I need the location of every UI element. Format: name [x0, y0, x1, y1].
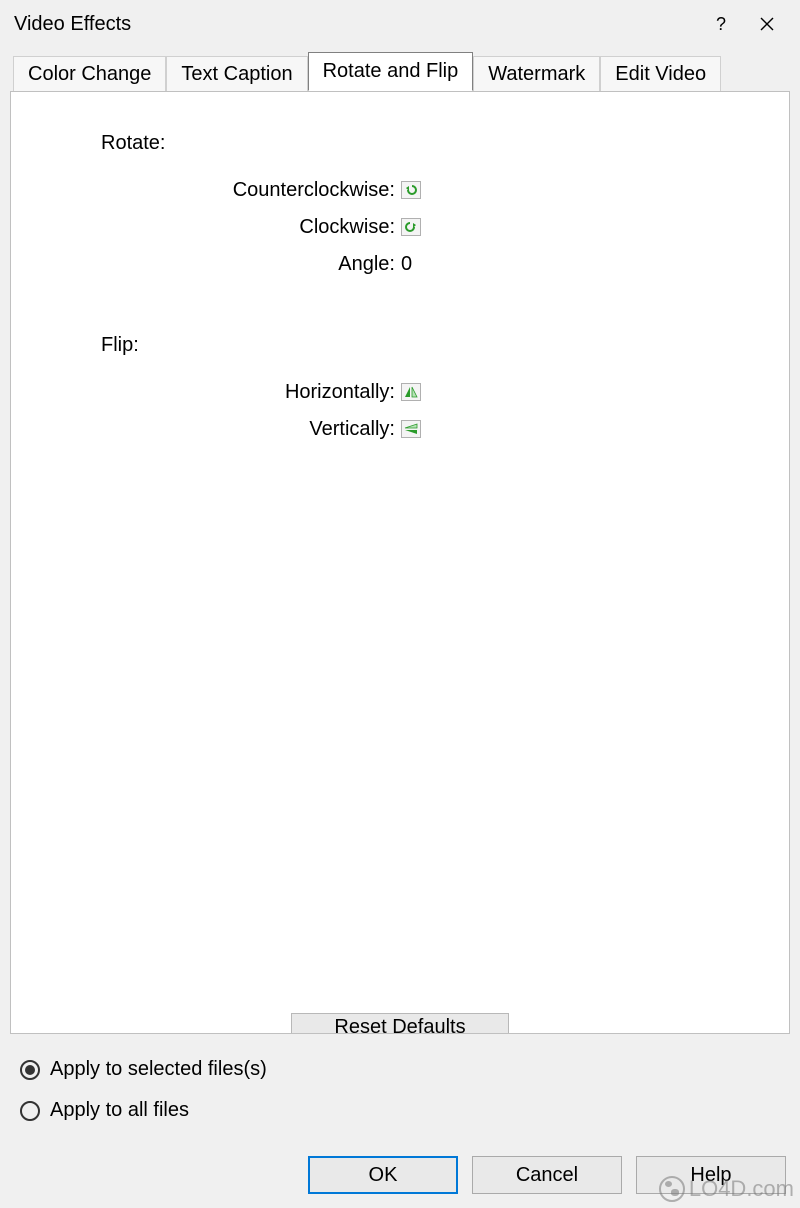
- row-flip-horizontal: Horizontally:: [101, 381, 729, 404]
- tab-label: Rotate and Flip: [323, 60, 459, 82]
- tab-watermark[interactable]: Watermark: [473, 56, 600, 92]
- tabstrip: Color Change Text Caption Rotate and Fli…: [3, 52, 797, 91]
- tab-edit-video[interactable]: Edit Video: [600, 56, 721, 92]
- radio-apply-selected[interactable]: Apply to selected files(s): [20, 1058, 786, 1081]
- close-button[interactable]: [744, 8, 790, 40]
- close-icon: [760, 17, 774, 31]
- apply-selected-label: Apply to selected files(s): [50, 1058, 267, 1081]
- tab-panel: Rotate: Counterclockwise: Clockwise:: [10, 91, 790, 1034]
- radio-apply-all[interactable]: Apply to all files: [20, 1099, 786, 1122]
- site-watermark: LO4D.com: [659, 1176, 794, 1202]
- flip-horizontal-button[interactable]: [401, 383, 421, 401]
- angle-value: 0: [401, 253, 441, 276]
- tab-label: Text Caption: [181, 63, 292, 85]
- flip-vertical-button[interactable]: [401, 420, 421, 438]
- flip-horizontal-label: Horizontally:: [101, 381, 401, 404]
- apply-all-label: Apply to all files: [50, 1099, 189, 1122]
- row-angle: Angle: 0: [101, 253, 729, 276]
- panel-content: Rotate: Counterclockwise: Clockwise:: [11, 92, 789, 441]
- rotate-ccw-button[interactable]: [401, 181, 421, 199]
- globe-icon: [659, 1176, 685, 1202]
- cancel-button[interactable]: Cancel: [472, 1156, 622, 1194]
- tab-label: Color Change: [28, 63, 151, 85]
- titlebar: Video Effects ?: [0, 0, 800, 46]
- tab-color-change[interactable]: Color Change: [13, 56, 166, 92]
- tab-rotate-flip[interactable]: Rotate and Flip: [308, 52, 474, 91]
- radio-icon: [20, 1101, 40, 1121]
- tab-label: Edit Video: [615, 63, 706, 85]
- row-flip-vertical: Vertically:: [101, 418, 729, 441]
- question-icon: ?: [716, 14, 726, 35]
- row-clockwise: Clockwise:: [101, 216, 729, 239]
- rotate-ccw-icon: [404, 184, 418, 196]
- angle-label: Angle:: [101, 253, 401, 276]
- ok-label: OK: [369, 1164, 398, 1187]
- radio-icon: [20, 1060, 40, 1080]
- rotate-section-label: Rotate:: [101, 132, 729, 155]
- counterclockwise-label: Counterclockwise:: [101, 179, 401, 202]
- tab-label: Watermark: [488, 63, 585, 85]
- clockwise-label: Clockwise:: [101, 216, 401, 239]
- reset-defaults-label: Reset Defaults: [334, 1016, 465, 1034]
- rotate-cw-icon: [404, 221, 418, 233]
- dialog-title: Video Effects: [14, 13, 698, 36]
- flip-vertical-icon: [404, 423, 418, 435]
- flip-horizontal-icon: [404, 386, 418, 398]
- reset-defaults-button[interactable]: Reset Defaults: [291, 1013, 508, 1034]
- video-effects-dialog: Video Effects ? Color Change Text Captio…: [0, 0, 800, 1208]
- rotate-cw-button[interactable]: [401, 218, 421, 236]
- flip-section-label: Flip:: [101, 334, 729, 357]
- watermark-text: LO4D.com: [689, 1176, 794, 1202]
- ok-button[interactable]: OK: [308, 1156, 458, 1194]
- tab-text-caption[interactable]: Text Caption: [166, 56, 307, 92]
- reset-row: Reset Defaults: [11, 1007, 789, 1033]
- cancel-label: Cancel: [516, 1164, 578, 1187]
- help-button[interactable]: ?: [698, 8, 744, 40]
- tab-area: Color Change Text Caption Rotate and Fli…: [0, 46, 800, 1034]
- row-counterclockwise: Counterclockwise:: [101, 179, 729, 202]
- flip-vertical-label: Vertically:: [101, 418, 401, 441]
